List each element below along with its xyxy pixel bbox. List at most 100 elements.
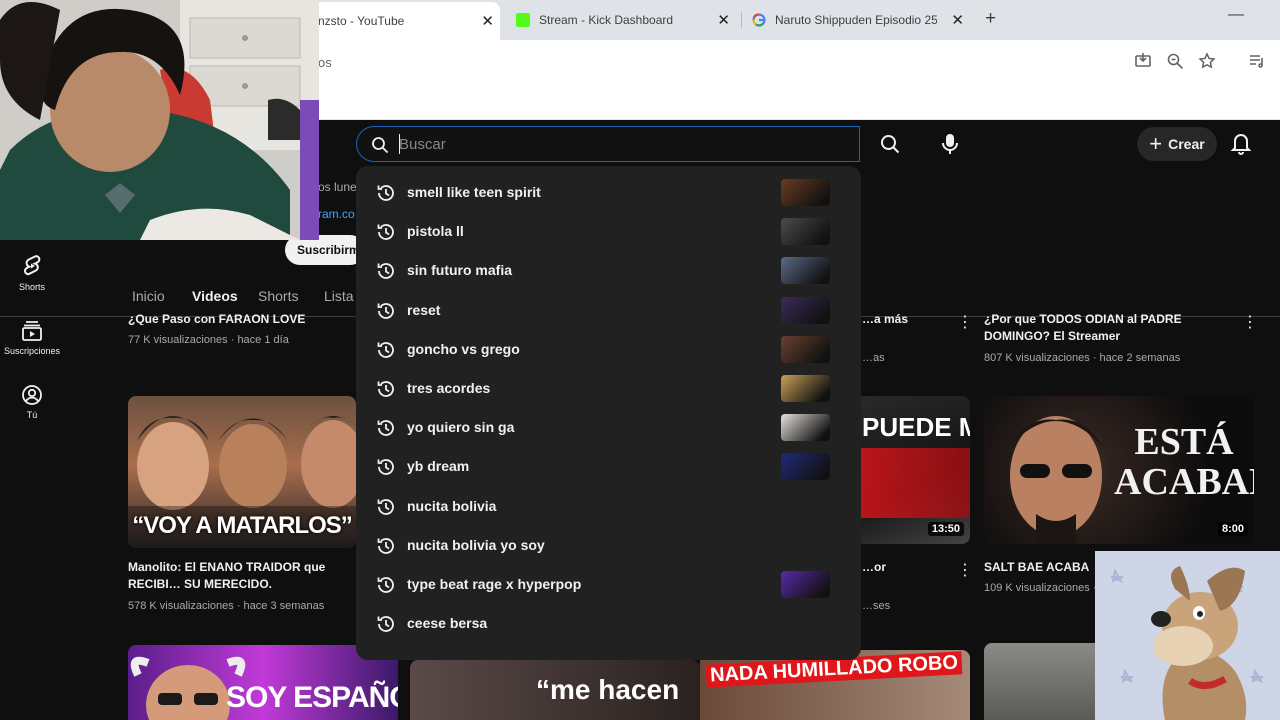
new-tab-button[interactable]: + bbox=[985, 8, 996, 30]
video-title[interactable]: SALT BAE ACABA D… bbox=[984, 559, 1094, 576]
close-icon[interactable]: ✕ bbox=[951, 11, 964, 29]
create-button[interactable]: + Crear bbox=[1137, 127, 1217, 161]
suggestion-thumbnail[interactable] bbox=[781, 218, 830, 246]
history-icon bbox=[377, 263, 394, 280]
sidebar-item-subscriptions[interactable]: Suscripciones bbox=[0, 320, 64, 356]
tab-kick-dashboard[interactable]: Stream - Kick Dashboard ✕ bbox=[516, 6, 736, 34]
webcam-scene-illustration bbox=[0, 0, 319, 240]
suggestion-text: sin futuro mafia bbox=[407, 262, 513, 279]
video-thumbnail[interactable]: NADA HUMILLADO ROBO bbox=[700, 650, 970, 720]
video-title[interactable]: Manolito: El ENANO TRAIDOR que RECIBI… S… bbox=[128, 559, 358, 593]
suggestion-text: ceese bersa bbox=[407, 615, 488, 632]
suggestion-thumbnail[interactable] bbox=[781, 453, 830, 481]
thumbnail-text: PUEDE MÁS bbox=[862, 410, 970, 444]
video-meta: 807 K visualizaciones · hace 2 semanas bbox=[984, 352, 1181, 364]
suggestion-item[interactable]: smell like teen spirit bbox=[356, 173, 861, 211]
tab-naruto[interactable]: Naruto Shippuden Episodio 25: ✕ bbox=[752, 6, 970, 34]
tab-title: Stream - Kick Dashboard bbox=[539, 13, 674, 27]
suggestion-thumbnail[interactable] bbox=[781, 375, 830, 402]
sidebar-item-you[interactable]: Tú bbox=[0, 384, 64, 420]
minimize-button[interactable]: — bbox=[1228, 6, 1244, 24]
video-title[interactable]: …a más bbox=[862, 311, 942, 325]
video-meta: …as bbox=[862, 352, 885, 364]
video-meta: 578 K visualizaciones · hace 3 semanas bbox=[128, 600, 325, 612]
suggestion-item[interactable]: reset bbox=[356, 291, 861, 329]
tab-inicio[interactable]: Inicio bbox=[132, 288, 165, 304]
video-thumbnail[interactable]: ESTÁ ACABADO 8:00 bbox=[984, 396, 1254, 544]
suggestion-thumbnail[interactable] bbox=[781, 179, 830, 206]
screen: nzsto - YouTube ✕ Stream - Kick Dashboar… bbox=[0, 0, 1280, 720]
history-icon bbox=[377, 185, 394, 201]
video-title[interactable]: ¿Por que TODOS ODIAN al PADRE DOMINGO? E… bbox=[984, 311, 1224, 345]
install-app-icon[interactable] bbox=[1134, 52, 1152, 70]
search-button[interactable] bbox=[864, 126, 916, 162]
suggestion-thumbnail[interactable] bbox=[781, 296, 830, 324]
close-icon[interactable]: ✕ bbox=[481, 12, 494, 30]
voice-search-button[interactable] bbox=[930, 124, 970, 164]
video-meta: …ses bbox=[862, 600, 891, 612]
history-icon bbox=[377, 381, 394, 397]
notifications-button[interactable] bbox=[1230, 131, 1252, 160]
tab-shorts[interactable]: Shorts bbox=[258, 288, 298, 304]
suggestion-item[interactable]: pistola ll bbox=[356, 212, 861, 250]
suggestion-item[interactable]: ceese bersa bbox=[356, 604, 861, 642]
suggestion-item[interactable]: nucita bolivia yo soy bbox=[356, 526, 861, 564]
video-title[interactable]: ¿Que Paso con FARAON LOVE SHADY? bbox=[128, 311, 358, 325]
thumbnail-text: “VOY A MATARLOS” bbox=[132, 512, 353, 539]
thumbnail-text: SOY ESPAÑOL bbox=[226, 681, 398, 714]
suggestion-item[interactable]: nucita bolivia bbox=[356, 487, 861, 525]
more-options-icon[interactable]: ⋮ bbox=[957, 560, 973, 580]
video-thumbnail[interactable]: “VOY A MATARLOS” bbox=[128, 396, 356, 548]
suggestion-thumbnail[interactable] bbox=[781, 257, 830, 285]
video-duration: 13:50 bbox=[927, 522, 964, 536]
sidebar-item-label: Tú bbox=[26, 410, 38, 420]
thumbnail-text: “me hacen bbox=[536, 674, 680, 705]
suggestion-text: yo quiero sin ga bbox=[407, 419, 515, 436]
video-thumbnail[interactable] bbox=[984, 643, 1104, 720]
suggestion-text: goncho vs grego bbox=[407, 340, 520, 357]
history-icon bbox=[377, 420, 394, 437]
channel-link[interactable]: ram.co bbox=[318, 207, 355, 221]
suggestion-item[interactable]: yo quiero sin ga bbox=[356, 408, 861, 446]
suggestion-thumbnail[interactable] bbox=[781, 571, 830, 598]
tab-videos[interactable]: Videos bbox=[192, 288, 238, 304]
zoom-icon[interactable] bbox=[1166, 52, 1184, 70]
search-suggestions-dropdown: smell like teen spirit pistola ll sin futu… bbox=[356, 166, 861, 660]
tab-title: Naruto Shippuden Episodio 25: bbox=[775, 13, 937, 27]
suggestion-text: tres acordes bbox=[407, 380, 491, 396]
suggestion-item[interactable]: tres acordes bbox=[356, 369, 861, 407]
suggestion-item[interactable]: goncho vs grego bbox=[356, 330, 861, 368]
bookmark-star-icon[interactable] bbox=[1198, 52, 1216, 70]
suggestion-thumbnail[interactable] bbox=[781, 414, 830, 442]
tab-youtube[interactable]: nzsto - YouTube ✕ bbox=[300, 2, 500, 40]
sidebar-item-label: Shorts bbox=[18, 282, 45, 292]
media-controls-icon[interactable] bbox=[1248, 52, 1266, 70]
more-options-icon[interactable]: ⋮ bbox=[1242, 312, 1258, 332]
history-icon bbox=[377, 341, 394, 358]
tab-lista[interactable]: Lista bbox=[324, 288, 354, 304]
video-thumbnail[interactable]: SOY ESPAÑOL bbox=[128, 645, 398, 720]
shorts-icon bbox=[23, 255, 41, 276]
thumbnail-text: ESTÁ ACABADO bbox=[1114, 421, 1254, 503]
plus-icon: + bbox=[1149, 131, 1163, 156]
sidebar-item-shorts[interactable]: Shorts bbox=[0, 254, 64, 292]
sidebar-item-label: Suscripciones bbox=[3, 346, 61, 356]
suggestion-text: pistola ll bbox=[407, 223, 464, 240]
suggestion-text: smell like teen spirit bbox=[407, 184, 541, 200]
suggestion-thumbnail[interactable] bbox=[781, 335, 830, 363]
search-box bbox=[356, 126, 860, 162]
suggestion-text: nucita bolivia bbox=[407, 497, 497, 514]
suggestion-text: yb dream bbox=[407, 458, 470, 475]
suggestion-item[interactable]: yb dream bbox=[356, 447, 861, 485]
close-icon[interactable]: ✕ bbox=[717, 11, 730, 29]
address-bar-text[interactable]: os bbox=[318, 55, 332, 70]
google-logo-icon bbox=[752, 13, 766, 27]
video-title[interactable]: …or PSICÓPATA bbox=[862, 559, 947, 576]
suggestion-item[interactable]: sin futuro mafia bbox=[356, 251, 861, 289]
suggestion-item[interactable]: type beat rage x hyperpop bbox=[356, 565, 861, 603]
more-options-icon[interactable]: ⋮ bbox=[957, 312, 973, 332]
search-input[interactable] bbox=[399, 133, 839, 155]
video-thumbnail[interactable]: “me hacen bbox=[410, 660, 700, 720]
thumbnail-caption: PUEDE MÁS bbox=[862, 412, 970, 442]
video-meta: 77 K visualizaciones · hace 1 día bbox=[128, 334, 289, 346]
